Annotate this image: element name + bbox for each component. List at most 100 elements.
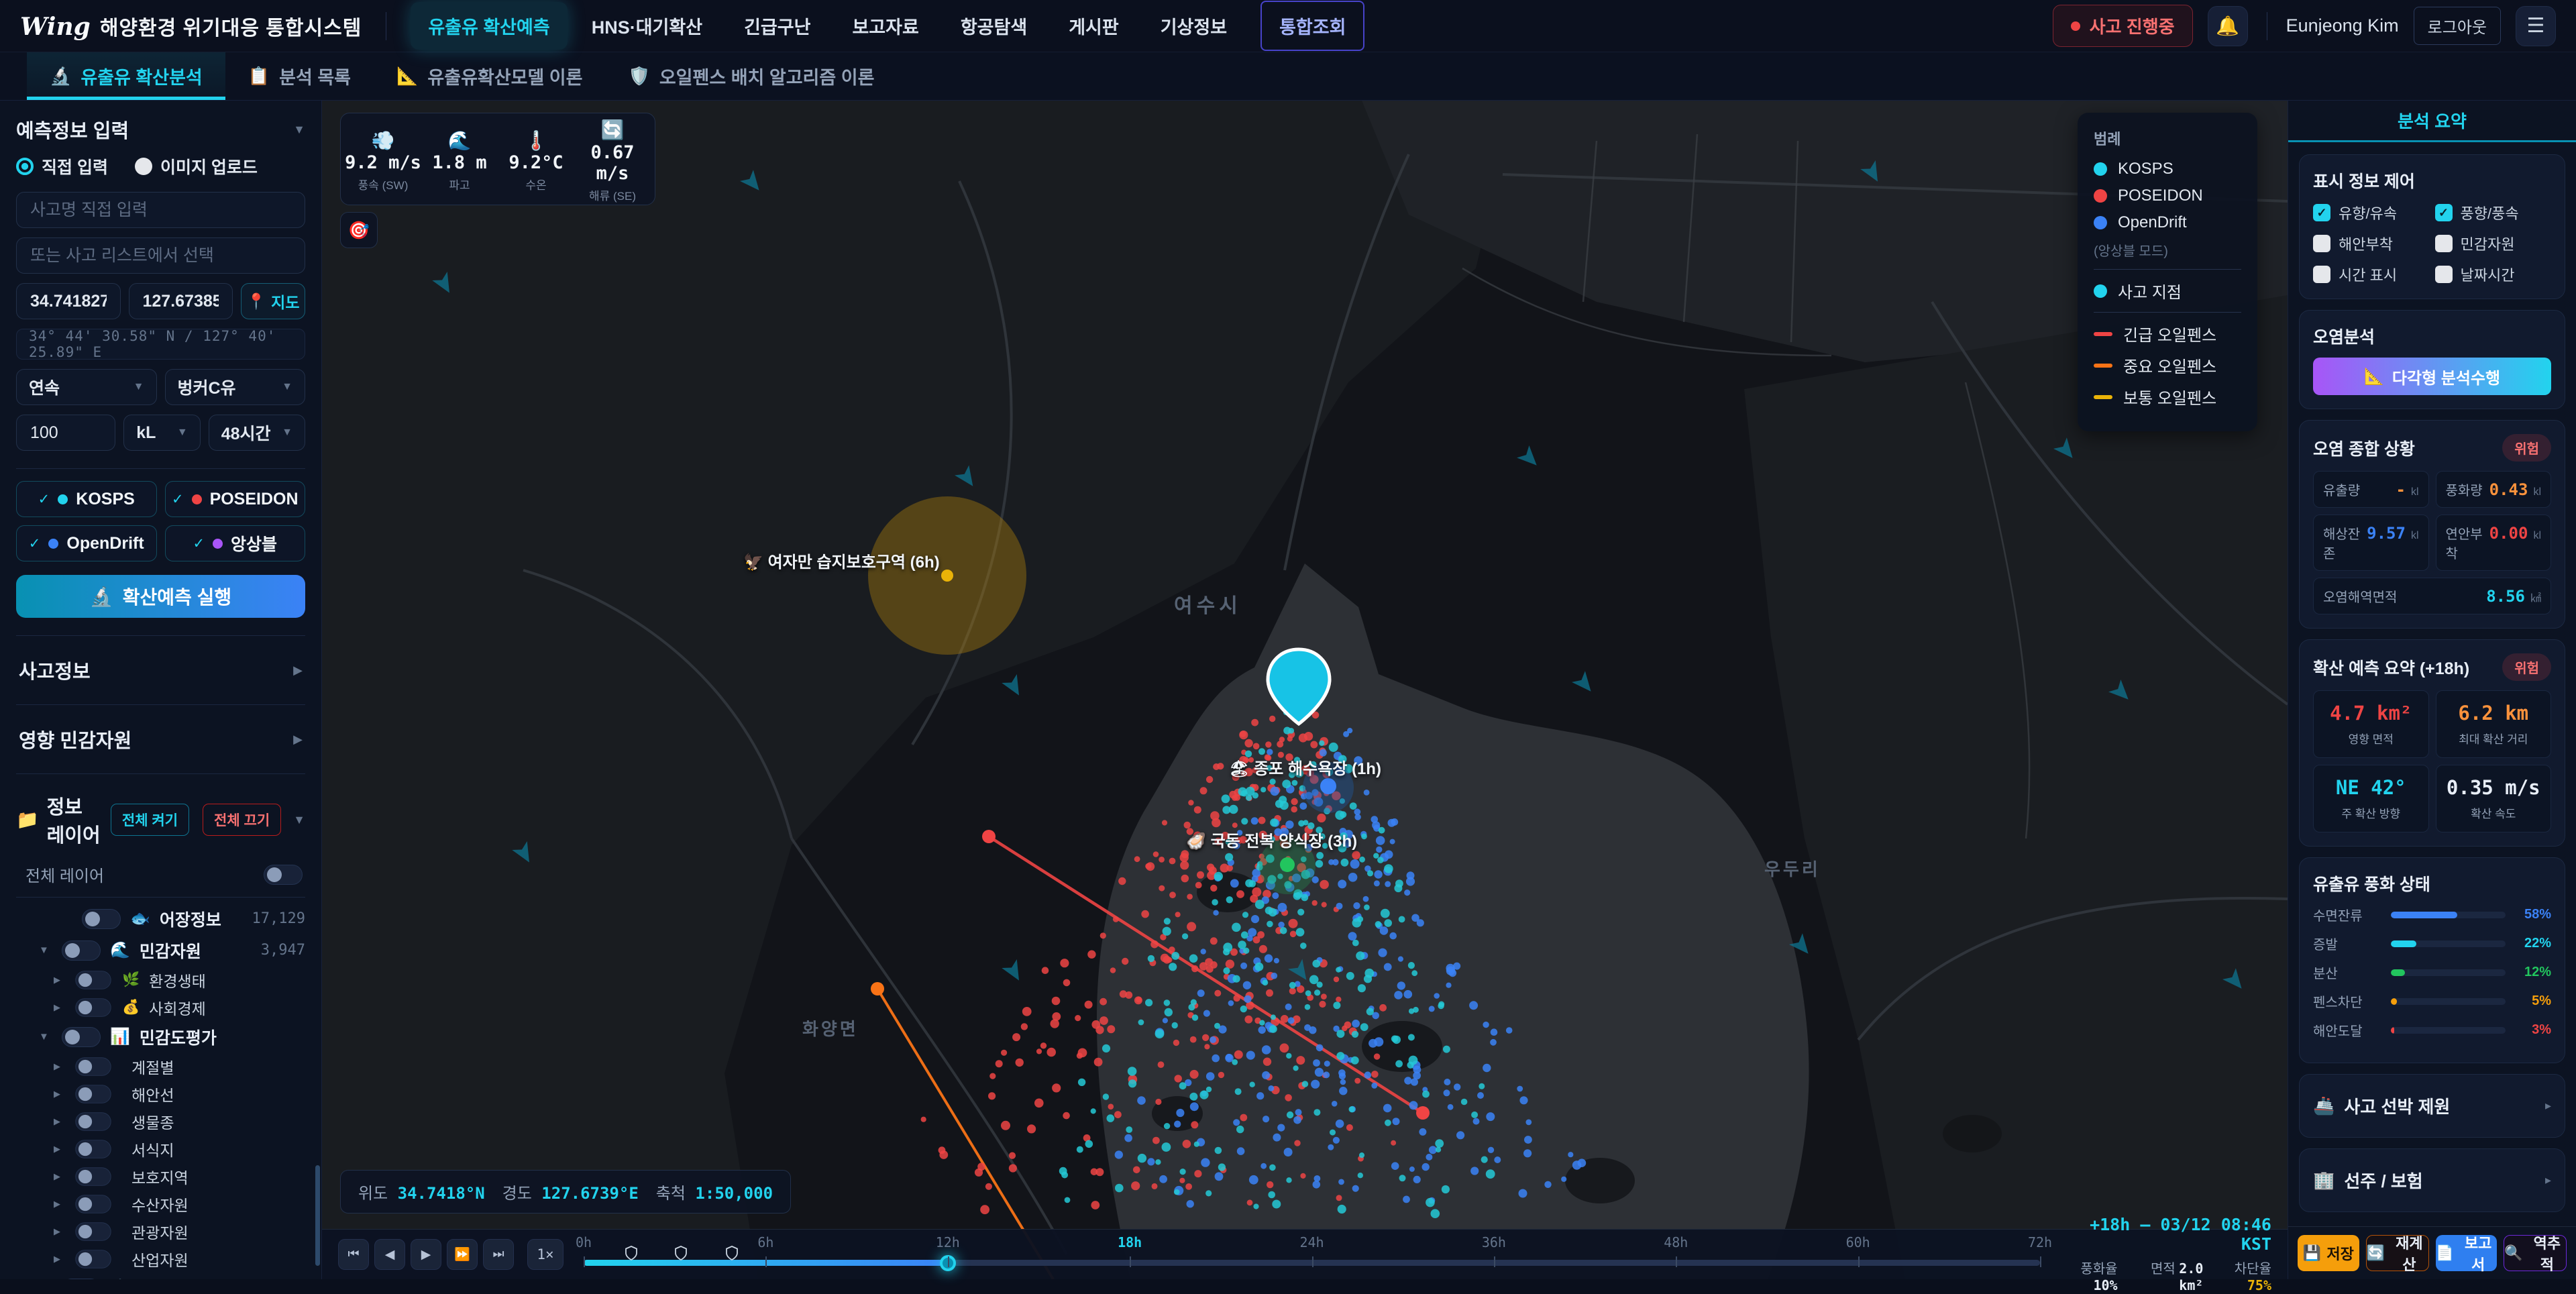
incident-name-input[interactable] [16,192,305,228]
expand-chevron-icon[interactable]: ▶ [54,1254,64,1264]
input-mode-radio[interactable]: 직접 입력 [16,154,108,178]
duration-select[interactable]: 48시간 ▼ [209,415,305,451]
pick-on-map-button[interactable]: 📍 지도 [241,283,305,319]
all-layers-on-button[interactable]: 전체 켜기 [111,804,189,836]
map-canvas[interactable]: 여수시 화양면 우두리 🦅 여자만 습지보호구역 (6h) 🏖 종포 해수욕장 … [322,101,2288,1279]
sidebar-section-row[interactable]: 사고정보 ▶ [16,635,305,704]
unit-select[interactable]: kL ▼ [123,415,201,451]
layer-child-row[interactable]: ▶ 서식지 [16,1135,305,1163]
step-back-button[interactable]: ◀ [374,1239,405,1270]
layer-toggle[interactable] [82,909,121,929]
layer-toggle[interactable] [75,998,111,1017]
nav-item[interactable]: 유출유 확산예측 [411,2,567,50]
layer-row[interactable]: ▼ ⚓ 해경관할구역 [16,1273,305,1279]
tab[interactable]: 📐 유출유확산모델 이론 [374,52,605,100]
nav-item[interactable]: 게시판 [1051,2,1136,50]
sidebar-scrollbar[interactable] [315,1165,320,1266]
master-layer-toggle[interactable] [264,865,303,885]
layer-child-row[interactable]: ▶ 해안선 [16,1080,305,1108]
layer-toggle[interactable] [75,1250,111,1269]
action-button[interactable]: 🔄 재계산 [2366,1235,2429,1271]
expand-chevron-icon[interactable]: ▶ [54,1199,64,1209]
amount-input[interactable] [16,415,115,451]
recenter-button[interactable]: 🎯 [340,212,378,248]
action-button[interactable]: 💾 저장 [2298,1235,2359,1271]
tab[interactable]: 🔬 유출유 확산분석 [27,52,225,100]
layer-row[interactable]: 🐟 어장정보 17,129 [16,903,305,934]
sidebar-section-row[interactable]: 영향 민감자원 ▶ [16,704,305,773]
expand-chevron-icon[interactable]: ▼ [39,1031,52,1042]
layer-toggle[interactable] [75,971,111,989]
expand-chevron-icon[interactable]: ▶ [54,1144,64,1154]
polygon-analysis-button[interactable]: 📐 다각형 분석수행 [2313,358,2551,395]
display-option-checkbox[interactable]: ✓ 유향/유속 [2313,202,2430,223]
layer-toggle[interactable] [75,1085,111,1103]
expand-chevron-icon[interactable]: ▶ [54,1061,64,1072]
display-option-checkbox[interactable]: 시간 표시 [2313,264,2430,285]
collapsible-card[interactable]: 🏢 선주 / 보험 ▸ [2299,1148,2565,1212]
expand-chevron-icon[interactable]: ▶ [54,975,64,985]
oil-type-select[interactable]: 벙커C유 ▼ [165,369,306,405]
all-layers-off-button[interactable]: 전체 끄기 [203,804,281,836]
layer-toggle[interactable] [75,1057,111,1076]
expand-chevron-icon[interactable]: ▶ [54,1116,64,1127]
display-option-checkbox[interactable]: 민감자원 [2435,233,2552,254]
run-prediction-button[interactable]: 🔬 확산예측 실행 [16,575,305,618]
expand-chevron-icon[interactable]: ▶ [54,1002,64,1013]
layer-toggle[interactable] [62,1027,101,1047]
display-option-checkbox[interactable]: 날짜시간 [2435,264,2552,285]
collapse-chevron-icon[interactable]: ▼ [293,813,305,827]
nav-item[interactable]: 통합조회 [1260,1,1364,51]
input-mode-radio[interactable]: 이미지 업로드 [135,154,258,178]
tab[interactable]: 🛡️ 오일펜스 배치 알고리즘 이론 [605,52,897,100]
fast-forward-button[interactable]: ⏩ [447,1239,478,1270]
layer-child-row[interactable]: ▶ 🌿 환경생태 [16,966,305,993]
model-toggle-chip[interactable]: ✓ POSEIDON [165,481,306,517]
beach-marker-label[interactable]: 🏖 종포 해수욕장 (1h) [1229,755,1381,779]
display-option-checkbox[interactable]: 해안부착 [2313,233,2430,254]
nav-item[interactable]: 보고자료 [835,2,936,50]
notifications-button[interactable]: 🔔 [2208,6,2248,46]
expand-chevron-icon[interactable]: ▶ [54,1226,64,1237]
expand-chevron-icon[interactable]: ▼ [39,945,52,956]
layer-child-row[interactable]: ▶ 수산자원 [16,1190,305,1218]
model-toggle-chip[interactable]: ✓ OpenDrift [16,525,157,561]
layer-child-row[interactable]: ▶ 계절별 [16,1053,305,1080]
protected-area-marker-label[interactable]: 🦅 여자만 습지보호구역 (6h) [743,549,940,572]
action-button[interactable]: 🔍 역추적 [2504,1235,2567,1271]
timeline-track[interactable]: 0h6h12h18h24h36h48h60h72h [584,1230,2040,1279]
expand-chevron-icon[interactable]: ▶ [54,1171,64,1182]
collapse-chevron-icon[interactable]: ▼ [293,123,305,137]
play-button[interactable]: ▶ [411,1239,441,1270]
farm-marker-label[interactable]: 🦪 국동 전복 양식장 (3h) [1186,828,1357,851]
skip-end-button[interactable]: ⏭ [483,1239,514,1270]
layer-toggle[interactable] [75,1195,111,1214]
layer-row[interactable]: ▼ 🌊 민감자원 3,947 [16,934,305,966]
logout-button[interactable]: 로그아웃 [2414,7,2501,45]
expand-chevron-icon[interactable]: ▶ [54,1089,64,1099]
layer-child-row[interactable]: ▶ 산업자원 [16,1245,305,1273]
model-toggle-chip[interactable]: ✓ 앙상블 [165,525,306,561]
nav-item[interactable]: 긴급구난 [727,2,828,50]
layer-toggle[interactable] [75,1222,111,1241]
layer-child-row[interactable]: ▶ 보호지역 [16,1163,305,1190]
playback-speed-button[interactable]: 1× [527,1239,564,1270]
nav-item[interactable]: 항공탐색 [943,2,1044,50]
model-toggle-chip[interactable]: ✓ KOSPS [16,481,157,517]
nav-item[interactable]: 기상정보 [1143,2,1244,50]
skip-start-button[interactable]: ⏮ [338,1239,369,1270]
latitude-input[interactable] [16,283,121,319]
layer-toggle[interactable] [75,1140,111,1158]
layer-toggle[interactable] [62,940,101,961]
spill-type-select[interactable]: 연속 ▼ [16,369,157,405]
layer-toggle[interactable] [75,1112,111,1131]
display-option-checkbox[interactable]: ✓ 풍향/풍속 [2435,202,2552,223]
nav-item[interactable]: HNS·대기확산 [574,2,720,50]
action-button[interactable]: 📄 보고서 [2436,1235,2498,1271]
layer-child-row[interactable]: ▶ 💰 사회경제 [16,993,305,1021]
layer-child-row[interactable]: ▶ 관광자원 [16,1218,305,1245]
incident-list-input[interactable] [16,237,305,274]
layer-toggle[interactable] [75,1167,111,1186]
layer-row[interactable]: ▼ 📊 민감도평가 [16,1021,305,1053]
collapsible-card[interactable]: 🚢 사고 선박 제원 ▸ [2299,1074,2565,1138]
